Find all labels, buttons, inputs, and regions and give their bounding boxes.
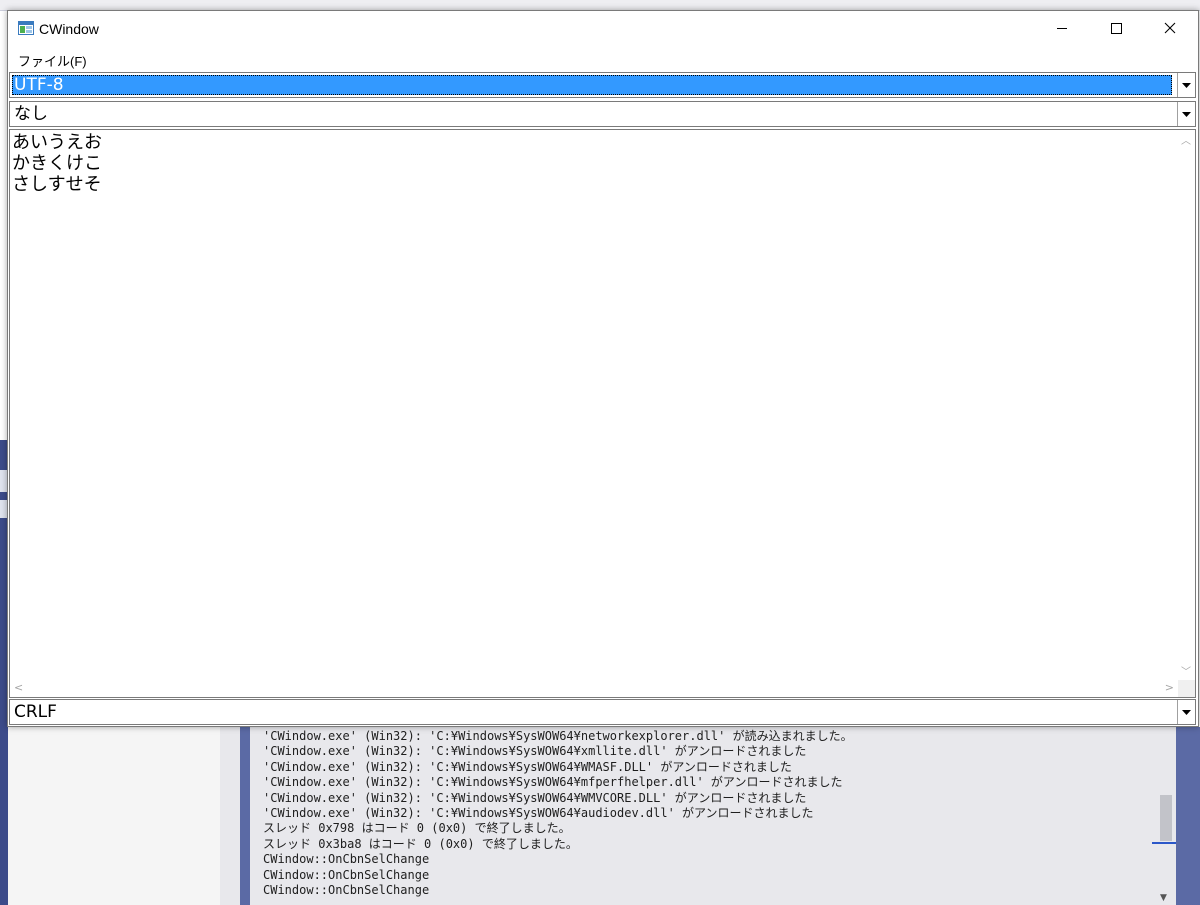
maximize-icon [1111, 23, 1122, 34]
scrollbar-corner [1178, 680, 1195, 697]
output-line: 'CWindow.exe' (Win32): 'C:¥Windows¥SysWO… [263, 729, 853, 743]
scroll-down-icon[interactable]: ▼ [1160, 893, 1167, 903]
encoding-dropdown-button[interactable] [1177, 73, 1195, 97]
bom-selected-value: なし [14, 104, 48, 124]
minimize-button[interactable] [1035, 11, 1089, 45]
bom-dropdown-button[interactable] [1177, 102, 1195, 126]
chevron-down-icon [1182, 82, 1191, 88]
output-line: 'CWindow.exe' (Win32): 'C:¥Windows¥SysWO… [263, 790, 807, 805]
output-line: CWindow::OnCbnSelChange [263, 852, 430, 867]
output-panel-edge [240, 727, 250, 905]
output-line: スレッド 0x798 はコード 0 (0x0) で終了しました。 [263, 821, 571, 836]
encoding-combobox[interactable]: UTF-8 [9, 72, 1196, 98]
editor-vertical-scrollbar[interactable]: ︿ ﹀ [1178, 130, 1195, 680]
bom-combobox[interactable]: なし [9, 101, 1196, 127]
output-line: CWindow::OnCbnSelChange [263, 883, 430, 898]
close-icon [1164, 22, 1176, 34]
maximize-button[interactable] [1089, 11, 1143, 45]
minimize-icon [1057, 28, 1067, 29]
chevron-down-icon [1182, 111, 1191, 117]
output-line: CWindow::OnCbnSelChange [263, 867, 430, 882]
editor-horizontal-scrollbar[interactable]: < > [10, 680, 1178, 697]
output-line: 'CWindow.exe' (Win32): 'C:¥Windows¥SysWO… [263, 775, 843, 790]
scroll-right-icon[interactable]: > [1165, 681, 1174, 694]
editor-line: かきくけこ [12, 153, 102, 174]
output-line: 'CWindow.exe' (Win32): 'C:¥Windows¥SysWO… [263, 744, 807, 759]
text-editor[interactable]: あいうえお かきくけこ さしすせそ ︿ ﹀ < > [9, 129, 1196, 698]
ide-right-strip [1176, 727, 1200, 905]
output-line: 'CWindow.exe' (Win32): 'C:¥Windows¥SysWO… [263, 759, 792, 774]
newline-dropdown-button[interactable] [1177, 700, 1195, 724]
output-line: 'CWindow.exe' (Win32): 'C:¥Windows¥SysWO… [263, 806, 814, 821]
window-app-icon [18, 21, 34, 35]
close-button[interactable] [1143, 11, 1197, 45]
newline-combobox[interactable]: CRLF [9, 699, 1196, 725]
scroll-up-icon[interactable]: ︿ [1181, 132, 1191, 147]
title-bar[interactable]: CWindow [8, 11, 1198, 47]
menu-bar: ファイル(F) [8, 47, 1198, 71]
newline-selected-value: CRLF [14, 702, 57, 722]
output-scrollbar[interactable]: ▼ [1156, 727, 1174, 905]
editor-line: さしすせそ [12, 174, 102, 195]
cwindow: CWindow ファイル(F) UTF-8 なし あいうえお かきくけこ さしす… [7, 10, 1199, 727]
scroll-down-icon[interactable]: ﹀ [1181, 663, 1191, 678]
output-panel: 'CWindow.exe' (Win32): 'C:¥Windows¥SysWO… [220, 727, 1176, 905]
ide-accent-line [1152, 842, 1176, 844]
output-scroll-thumb[interactable] [1160, 795, 1172, 841]
editor-line: あいうえお [12, 132, 102, 153]
output-log: 'CWindow.exe' (Win32): 'C:¥Windows¥SysWO… [263, 729, 1143, 905]
output-line: スレッド 0x3ba8 はコード 0 (0x0) で終了しました。 [263, 836, 578, 851]
ide-left-pane [8, 727, 220, 905]
encoding-selected-value: UTF-8 [12, 75, 1172, 95]
chevron-down-icon [1182, 709, 1191, 715]
menu-item-file[interactable]: ファイル(F) [16, 51, 89, 70]
editor-content[interactable]: あいうえお かきくけこ さしすせそ [12, 132, 1172, 672]
window-title: CWindow [39, 21, 99, 37]
scroll-left-icon[interactable]: < [14, 681, 23, 694]
